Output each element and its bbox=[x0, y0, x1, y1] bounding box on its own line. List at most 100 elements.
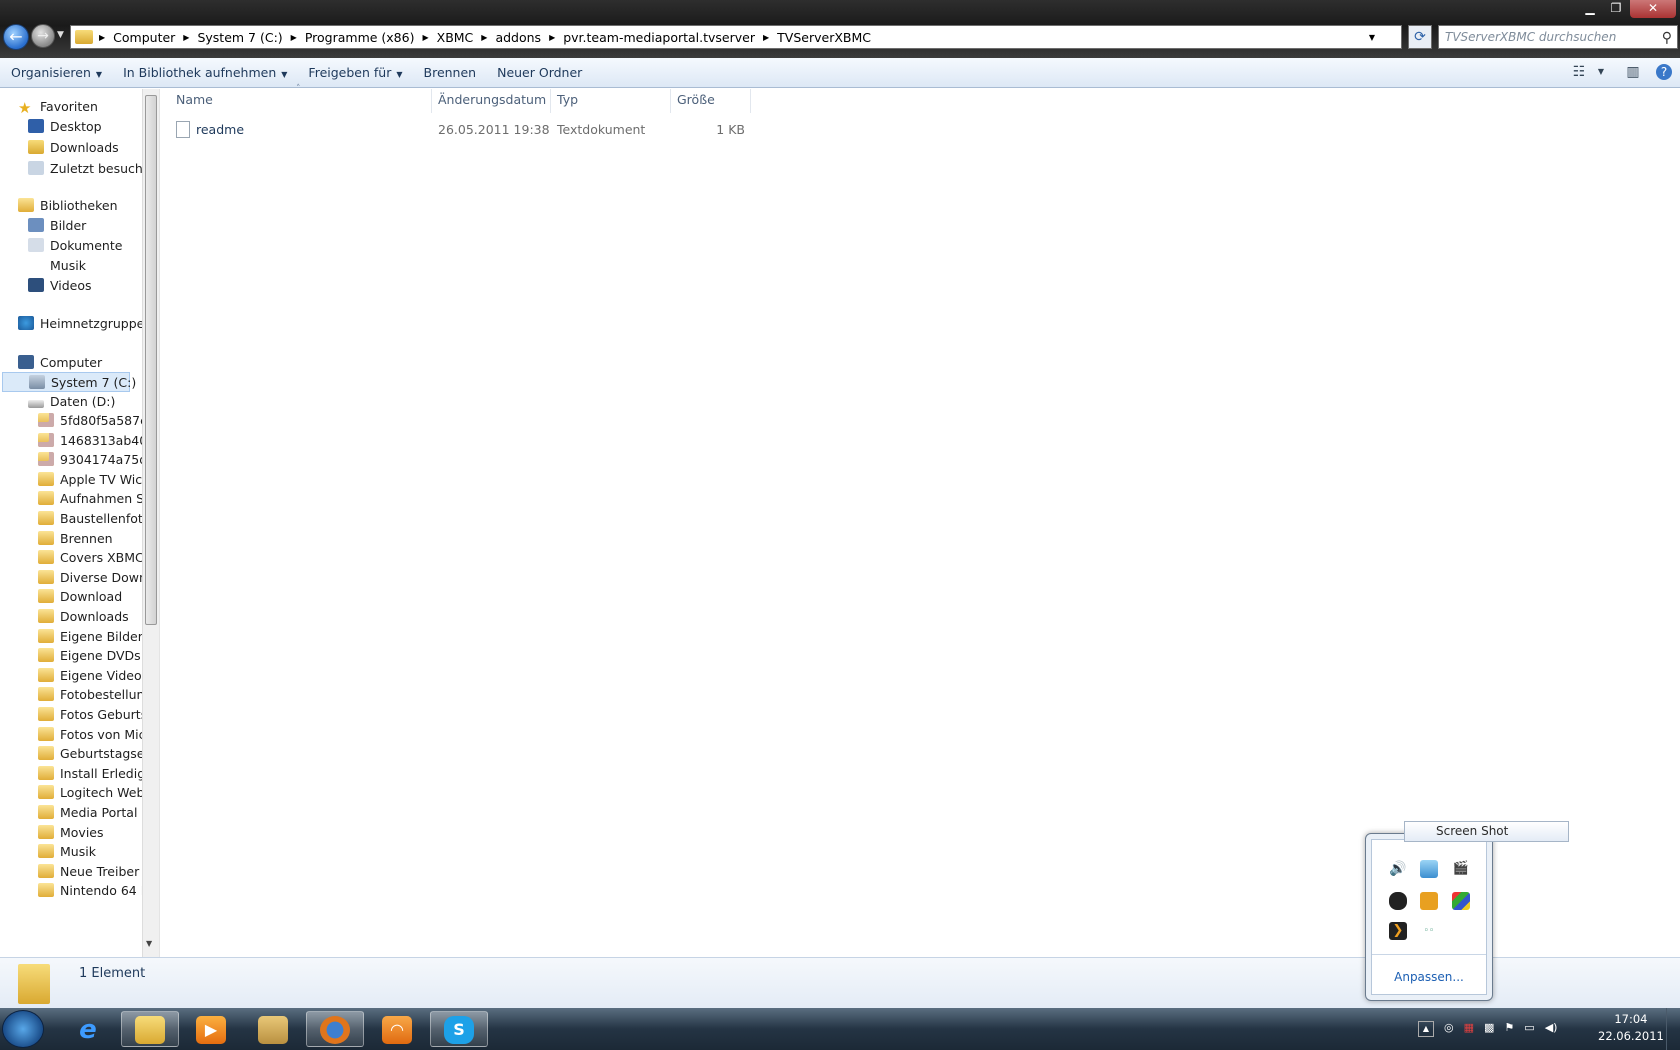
nav-folder-item[interactable]: Neue Treiber bbox=[38, 862, 139, 882]
plex-icon[interactable]: ❯ bbox=[1389, 922, 1407, 940]
nav-folder-item[interactable]: Fotos Geburtst bbox=[38, 705, 143, 725]
color-grid-icon[interactable] bbox=[1452, 892, 1470, 910]
toolbar-button[interactable]: Neuer Ordner bbox=[489, 65, 592, 80]
clock[interactable]: 17:04 22.06.2011 bbox=[1598, 1011, 1664, 1045]
forward-button[interactable]: → bbox=[31, 24, 55, 48]
nav-scrollbar[interactable]: ▼ bbox=[142, 89, 159, 957]
nav-folder-item[interactable]: Install Erledigt bbox=[38, 764, 143, 784]
toolbar-button[interactable]: Organisieren ▼ bbox=[3, 65, 112, 80]
chevron-right-icon[interactable]: ▶ bbox=[181, 33, 191, 42]
breadcrumb-item[interactable]: XBMC bbox=[431, 30, 480, 45]
pane-splitter[interactable] bbox=[159, 89, 164, 957]
search-input[interactable]: TVServerXBMC durchsuchen ⚲ bbox=[1438, 25, 1678, 49]
view-dropdown-icon[interactable]: ▼ bbox=[1592, 63, 1610, 81]
chevron-right-icon[interactable]: ▶ bbox=[547, 33, 557, 42]
chevron-right-icon[interactable]: ▶ bbox=[479, 33, 489, 42]
nav-favorites[interactable]: ★ Favoriten bbox=[18, 97, 98, 117]
back-button[interactable]: ← bbox=[3, 24, 29, 50]
nav-drive-d[interactable]: Daten (D:) bbox=[28, 392, 115, 412]
breadcrumb-item[interactable]: TVServerXBMC bbox=[771, 30, 877, 45]
logitech-icon[interactable]: ◦◦ bbox=[1420, 922, 1438, 940]
refresh-button[interactable]: ⟳ bbox=[1408, 25, 1432, 49]
nav-folder-item[interactable]: Movies bbox=[38, 823, 104, 843]
nav-folder-item[interactable]: Diverse Downlo bbox=[38, 568, 143, 588]
breadcrumb-item[interactable]: System 7 (C:) bbox=[191, 30, 288, 45]
nav-library-item[interactable]: Videos bbox=[28, 276, 92, 296]
action-center-flag-icon[interactable]: ⚑ bbox=[1504, 1021, 1514, 1037]
nav-folder-item[interactable]: 5fd80f5a587c6c bbox=[38, 411, 143, 431]
network-tray-icon[interactable]: ▭ bbox=[1524, 1021, 1534, 1037]
nav-folder-item[interactable]: Aufnahmen So bbox=[38, 489, 143, 509]
nav-drive-c[interactable]: System 7 (C:) bbox=[2, 372, 136, 392]
preview-pane-icon[interactable]: ▥ bbox=[1624, 63, 1642, 81]
nav-folder-item[interactable]: 9304174a75d35 bbox=[38, 450, 143, 470]
feather-icon[interactable] bbox=[1389, 892, 1407, 910]
minimize-button[interactable]: ▁ bbox=[1578, 0, 1602, 18]
column-date[interactable]: Änderungsdatum bbox=[432, 89, 551, 113]
nav-folder-item[interactable]: Apple TV Wich bbox=[38, 470, 143, 490]
speaker-icon[interactable]: 🔊 bbox=[1389, 860, 1407, 878]
show-desktop-button[interactable] bbox=[1666, 1008, 1680, 1050]
nav-library-item[interactable]: Dokumente bbox=[28, 236, 122, 256]
nav-folder-item[interactable]: Baustellenfotos bbox=[38, 509, 143, 529]
color-tray-icon[interactable]: ▩ bbox=[1484, 1021, 1494, 1037]
help-icon[interactable]: ? bbox=[1656, 64, 1672, 80]
nav-folder-item[interactable]: Covers XBMC bbox=[38, 548, 143, 568]
feed-icon[interactable] bbox=[1420, 892, 1438, 910]
nav-libraries[interactable]: Bibliotheken bbox=[18, 196, 118, 216]
file-row[interactable]: readme 26.05.2011 19:38 Textdokument 1 K… bbox=[170, 118, 751, 140]
nav-library-item[interactable]: Bilder bbox=[28, 216, 86, 236]
nav-folder-item[interactable]: Fotobestellung bbox=[38, 685, 143, 705]
volume-icon[interactable]: ◀) bbox=[1545, 1021, 1558, 1037]
taskbar-feedreader[interactable]: ◠ bbox=[368, 1011, 426, 1047]
nav-folder-item[interactable]: Eigene Videos bbox=[38, 666, 143, 686]
nav-scrollbar-thumb[interactable] bbox=[145, 95, 157, 625]
nav-folder-item[interactable]: Fotos von Mich bbox=[38, 725, 143, 745]
toolbar-button[interactable]: In Bibliothek aufnehmen ▼ bbox=[115, 65, 297, 80]
network-icon[interactable] bbox=[1420, 860, 1438, 878]
nav-folder-item[interactable]: Eigene Bilder bbox=[38, 627, 143, 647]
nav-folder-item[interactable]: Brennen bbox=[38, 529, 113, 549]
breadcrumb-item[interactable]: Computer bbox=[107, 30, 181, 45]
address-bar[interactable]: ▶ Computer ▶ System 7 (C:) ▶ Programme (x86)… bbox=[70, 25, 1402, 49]
taskbar-ie[interactable]: e bbox=[59, 1011, 117, 1047]
nav-folder-item[interactable]: Media Portal D bbox=[38, 803, 143, 823]
address-dropdown[interactable]: ▼ bbox=[1369, 33, 1375, 42]
nav-folder-item[interactable]: Logitech Webc bbox=[38, 783, 143, 803]
scroll-down-arrow[interactable]: ▼ bbox=[146, 939, 152, 948]
customize-link[interactable]: Anpassen... bbox=[1372, 970, 1486, 984]
breadcrumb-item[interactable]: addons bbox=[489, 30, 547, 45]
chevron-right-icon[interactable]: ▶ bbox=[97, 33, 107, 42]
chevron-right-icon[interactable]: ▶ bbox=[289, 33, 299, 42]
taskbar-explorer[interactable] bbox=[121, 1011, 179, 1047]
toolbar-button[interactable]: Freigeben für ▼ bbox=[300, 65, 412, 80]
antivirus-icon[interactable]: ▦ bbox=[1464, 1021, 1474, 1037]
chevron-right-icon[interactable]: ▶ bbox=[420, 33, 430, 42]
nav-library-item[interactable]: Musik bbox=[28, 256, 86, 276]
taskbar-firefox[interactable] bbox=[306, 1011, 364, 1047]
nav-folder-item[interactable]: 1468313ab4020 bbox=[38, 431, 143, 451]
breadcrumb-item[interactable]: pvr.team-mediaportal.tvserver bbox=[557, 30, 761, 45]
nav-favorite-item[interactable]: Desktop bbox=[28, 117, 102, 137]
clapper-icon[interactable]: 🎬 bbox=[1452, 860, 1470, 878]
column-type[interactable]: Typ bbox=[551, 89, 671, 113]
close-button[interactable]: ✕ bbox=[1630, 0, 1676, 18]
search-tray-icon[interactable]: ◎ bbox=[1444, 1021, 1454, 1037]
toolbar-button[interactable]: Brennen bbox=[416, 65, 487, 80]
nav-folder-item[interactable]: Eigene DVDs bbox=[38, 646, 141, 666]
nav-computer[interactable]: Computer bbox=[18, 353, 102, 373]
nav-homegroup[interactable]: Heimnetzgruppe bbox=[18, 314, 143, 334]
change-view-icon[interactable]: ☷ bbox=[1570, 63, 1588, 81]
column-size[interactable]: Größe bbox=[671, 89, 751, 113]
nav-folder-item[interactable]: Downloads bbox=[38, 607, 129, 627]
start-button[interactable] bbox=[2, 1010, 44, 1048]
nav-favorite-item[interactable]: Downloads bbox=[28, 138, 119, 158]
recent-pages-dropdown[interactable]: ▼ bbox=[57, 30, 64, 40]
nav-folder-item[interactable]: Download bbox=[38, 587, 122, 607]
show-hidden-icons-button[interactable]: ▲ bbox=[1418, 1021, 1434, 1037]
nav-folder-item[interactable]: Geburtstagsein bbox=[38, 744, 143, 764]
breadcrumb-item[interactable]: Programme (x86) bbox=[299, 30, 421, 45]
nav-folder-item[interactable]: Nintendo 64 Ro bbox=[38, 881, 143, 901]
chevron-right-icon[interactable]: ▶ bbox=[761, 33, 771, 42]
nav-folder-item[interactable]: Musik bbox=[38, 842, 96, 862]
